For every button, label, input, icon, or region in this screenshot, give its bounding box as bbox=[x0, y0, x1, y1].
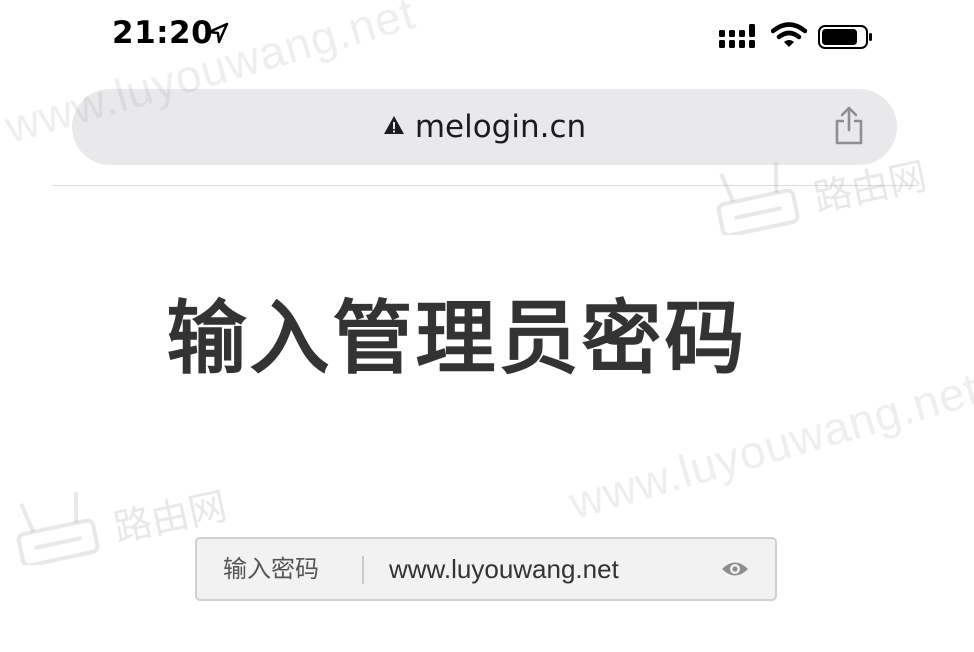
field-separator bbox=[362, 556, 364, 584]
page-title: 输入管理员密码 bbox=[166, 292, 748, 385]
warning-triangle-icon bbox=[383, 115, 405, 139]
wifi-icon bbox=[770, 22, 808, 52]
url-text: melogin.cn bbox=[414, 109, 587, 145]
password-input[interactable] bbox=[389, 539, 689, 599]
watermark-logo-text: 路由网 bbox=[110, 484, 231, 551]
router-logo-watermark: 路由网 bbox=[712, 135, 962, 239]
signal-icon bbox=[719, 24, 757, 52]
watermark-logo-text: 路由网 bbox=[810, 154, 931, 221]
router-logo-watermark: 路由网 bbox=[12, 465, 262, 569]
password-field[interactable]: 输入密码 bbox=[195, 537, 777, 601]
eye-icon[interactable] bbox=[721, 557, 749, 585]
battery-icon bbox=[818, 25, 874, 53]
